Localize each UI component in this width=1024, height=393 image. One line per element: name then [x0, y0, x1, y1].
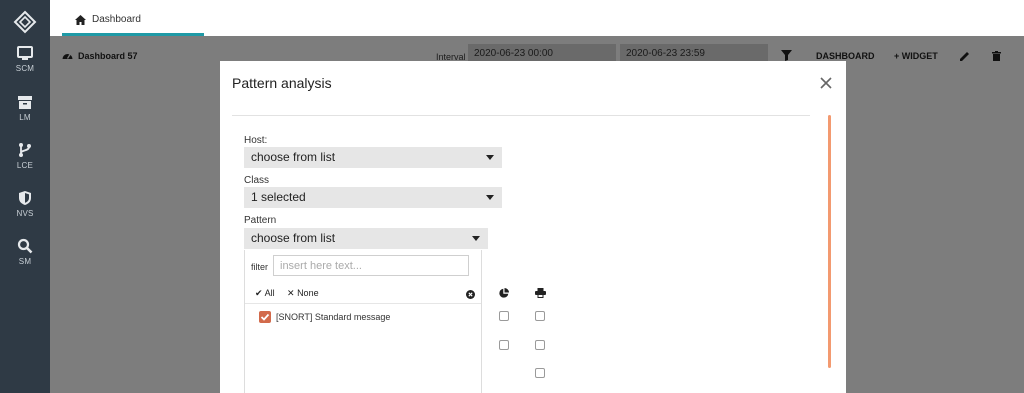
branch-icon [0, 142, 50, 158]
speedometer-icon [62, 50, 73, 64]
pencil-icon[interactable] [960, 50, 970, 64]
add-widget-button[interactable]: + WIDGET [894, 51, 938, 61]
class-select-value: 1 selected [251, 190, 306, 204]
search-icon [0, 238, 50, 254]
sidebar-item-label: SM [18, 257, 32, 266]
app-logo-icon[interactable] [13, 10, 37, 34]
dashboard-button[interactable]: DASHBOARD [816, 51, 875, 61]
print-checkbox[interactable] [535, 340, 545, 350]
sidebar-item-label: NVS [16, 209, 34, 218]
sidebar-item-scm[interactable]: SCM [0, 46, 50, 90]
close-icon[interactable] [818, 75, 834, 91]
host-label: Host: [244, 135, 268, 146]
tab-label: Dashboard [92, 14, 141, 25]
sidebar-item-label: SCM [15, 64, 35, 73]
sidebar: SCM LM LCE NVS SM [0, 0, 50, 393]
chart-checkbox[interactable] [499, 311, 509, 321]
host-select-value: choose from list [251, 150, 336, 164]
pattern-select-value: choose from list [251, 231, 336, 245]
modal-title: Pattern analysis [232, 75, 332, 91]
pattern-select[interactable]: choose from list [244, 228, 488, 249]
pie-chart-icon [499, 287, 509, 301]
top-bar: Dashboard [50, 0, 1024, 36]
chevron-down-icon [472, 236, 480, 241]
checkbox-checked[interactable] [259, 311, 271, 323]
clear-circle-icon[interactable] [466, 288, 475, 302]
monitor-icon [0, 46, 50, 61]
list-item-label: [SNORT] Standard message [276, 312, 391, 322]
sidebar-item-lce[interactable]: LCE [0, 142, 50, 186]
chevron-down-icon [486, 155, 494, 160]
select-all-button[interactable]: ✔ All [255, 288, 275, 299]
sidebar-item-nvs[interactable]: NVS [0, 190, 50, 234]
printer-icon [535, 287, 546, 301]
trash-icon[interactable] [992, 50, 1001, 64]
host-select[interactable]: choose from list [244, 147, 502, 168]
sidebar-item-lm[interactable]: LM [0, 95, 50, 139]
select-all-label: All [264, 288, 275, 298]
print-checkbox[interactable] [535, 311, 545, 321]
tab-dashboard[interactable]: Dashboard [62, 0, 204, 36]
archive-box-icon [0, 95, 50, 110]
sidebar-item-label: LM [19, 113, 31, 122]
chart-checkbox[interactable] [499, 340, 509, 350]
filter-input[interactable] [273, 255, 469, 276]
scrollbar-thumb[interactable] [828, 115, 831, 368]
chevron-down-icon [486, 195, 494, 200]
print-checkbox[interactable] [535, 368, 545, 378]
pattern-dropdown: filter ✔ All ✕ None [SNORT] Standard mes… [244, 250, 482, 393]
select-none-button[interactable]: ✕ None [287, 288, 319, 299]
class-label: Class [244, 175, 270, 186]
select-none-label: None [297, 288, 319, 298]
check-icon: ✔ [255, 288, 263, 298]
home-icon [75, 14, 86, 28]
dashboard-title: Dashboard 57 [78, 51, 138, 61]
pattern-label: Pattern [244, 215, 277, 226]
sidebar-item-sm[interactable]: SM [0, 238, 50, 282]
pattern-analysis-modal: Pattern analysis Host: choose from list … [220, 61, 846, 393]
plus-icon: + [894, 51, 900, 61]
shield-icon [0, 190, 50, 206]
x-icon: ✕ [287, 288, 295, 298]
sidebar-item-label: LCE [16, 161, 34, 170]
modal-divider [232, 115, 810, 116]
add-widget-label: WIDGET [901, 51, 938, 61]
select-options-row: ✔ All ✕ None [245, 282, 481, 304]
class-select[interactable]: 1 selected [244, 187, 502, 208]
filter-label: filter [251, 262, 269, 272]
